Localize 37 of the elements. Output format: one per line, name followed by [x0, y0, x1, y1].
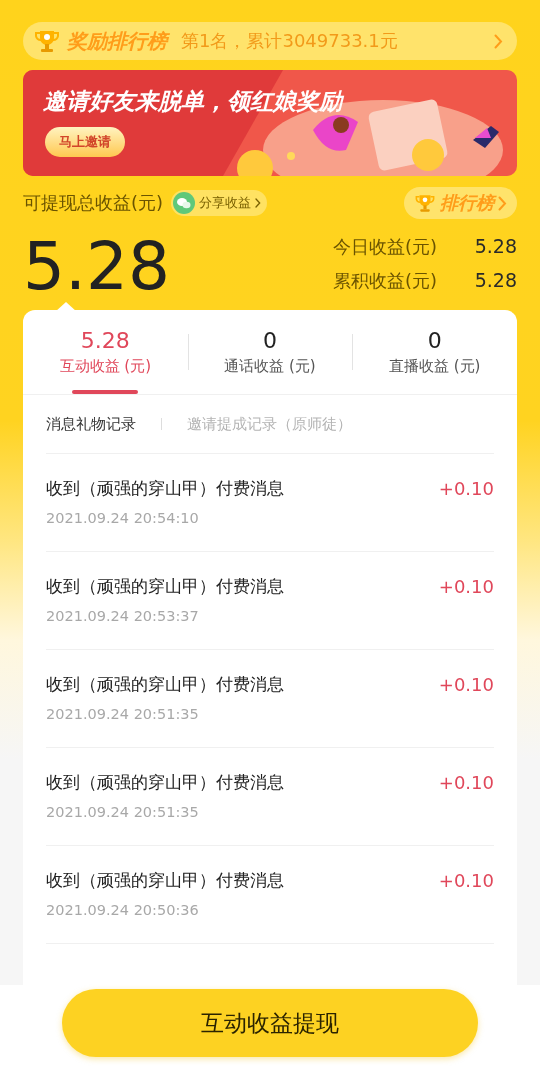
earnings-tab[interactable]: 5.28 互动收益 (元) — [23, 310, 188, 394]
stat-label: 累积收益(元) — [332, 269, 437, 293]
record-title: 收到（顽强的穿山甲）付费消息 — [46, 772, 285, 794]
record-title: 收到（顽强的穿山甲）付费消息 — [46, 478, 285, 500]
withdraw-button[interactable]: 互动收益提现 — [62, 989, 478, 1057]
stat-value: 5.28 — [473, 235, 517, 259]
chat-icon — [173, 192, 196, 214]
record-amount: +0.10 — [438, 870, 494, 893]
record-amount: +0.10 — [438, 772, 494, 795]
trophy-icon — [414, 192, 436, 214]
record-amount: +0.10 — [438, 478, 494, 501]
chevron-icon — [494, 33, 503, 49]
earnings-tab[interactable]: 0 直播收益 (元) — [352, 310, 517, 394]
record-time: 2021.09.24 20:51:35 — [46, 706, 200, 722]
record-title: 收到（顽强的穿山甲）付费消息 — [46, 576, 285, 598]
record-time: 2021.09.24 20:50:36 — [46, 902, 200, 918]
record-time: 2021.09.24 20:51:35 — [46, 804, 200, 820]
record-time: 2021.09.24 20:54:10 — [46, 510, 200, 526]
invite-button[interactable]: 马上邀请 — [45, 127, 125, 157]
record-tab[interactable]: 消息礼物记录 — [46, 414, 136, 434]
record-amount: +0.10 — [438, 674, 494, 697]
tab-underline — [72, 390, 139, 394]
record-title: 收到（顽强的穿山甲）付费消息 — [46, 674, 285, 696]
total-earnings-label: 可提现总收益(元) — [23, 191, 164, 215]
stat-label: 今日收益(元) — [332, 235, 437, 259]
record-title: 收到（顽强的穿山甲）付费消息 — [46, 870, 285, 892]
banner-headline: 邀请好友来脱单，领红娘奖励 — [43, 87, 342, 116]
total-earnings-value: 5.28 — [23, 226, 171, 305]
chevron-icon — [498, 195, 507, 211]
stat-value: 5.28 — [473, 269, 517, 293]
promo-banner[interactable]: 邀请好友来脱单，领红娘奖励 马上邀请 — [23, 70, 517, 176]
ticker-text: 第1名，累计3049733.1元 — [181, 29, 399, 53]
record-time: 2021.09.24 20:53:37 — [46, 608, 200, 624]
chevron-icon — [255, 198, 262, 208]
share-earnings-button[interactable]: 分享收益 — [171, 190, 268, 216]
record-amount: +0.10 — [438, 576, 494, 599]
earnings-tab[interactable]: 0 通话收益 (元) — [187, 310, 353, 394]
